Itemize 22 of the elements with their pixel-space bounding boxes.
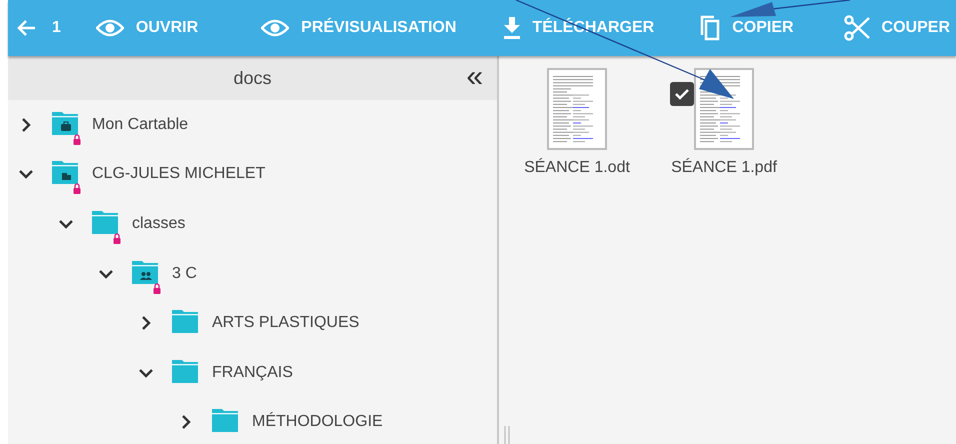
resize-handle-icon[interactable] bbox=[503, 426, 511, 444]
file-name: SÉANCE 1.odt bbox=[524, 159, 630, 177]
eye-icon bbox=[261, 19, 290, 37]
document-thumbnail[interactable] bbox=[694, 68, 754, 150]
panel-title: docs bbox=[233, 68, 272, 88]
file-name: SÉANCE 1.pdf bbox=[671, 159, 777, 177]
selection-count: 1 bbox=[52, 19, 61, 37]
scissors-icon bbox=[844, 15, 870, 41]
collapse-button[interactable]: « bbox=[466, 62, 483, 92]
folder-label[interactable]: classes bbox=[132, 214, 186, 233]
folder-label[interactable]: ARTS PLASTIQUES bbox=[212, 314, 360, 332]
folder-label[interactable]: FRANÇAIS bbox=[212, 364, 293, 382]
folder-label[interactable]: 3 C bbox=[172, 264, 197, 283]
document-thumbnail[interactable] bbox=[547, 68, 607, 150]
checkbox[interactable] bbox=[670, 82, 694, 106]
folder-label[interactable]: MÉTHODOLOGIE bbox=[252, 413, 383, 432]
back-arrow-icon bbox=[17, 20, 35, 36]
folder-label[interactable]: CLG-JULES MICHELET bbox=[92, 165, 266, 184]
download-icon bbox=[504, 17, 520, 39]
folder-label[interactable]: Mon Cartable bbox=[92, 116, 188, 134]
eye-icon bbox=[96, 19, 124, 37]
copy-icon bbox=[700, 15, 720, 41]
